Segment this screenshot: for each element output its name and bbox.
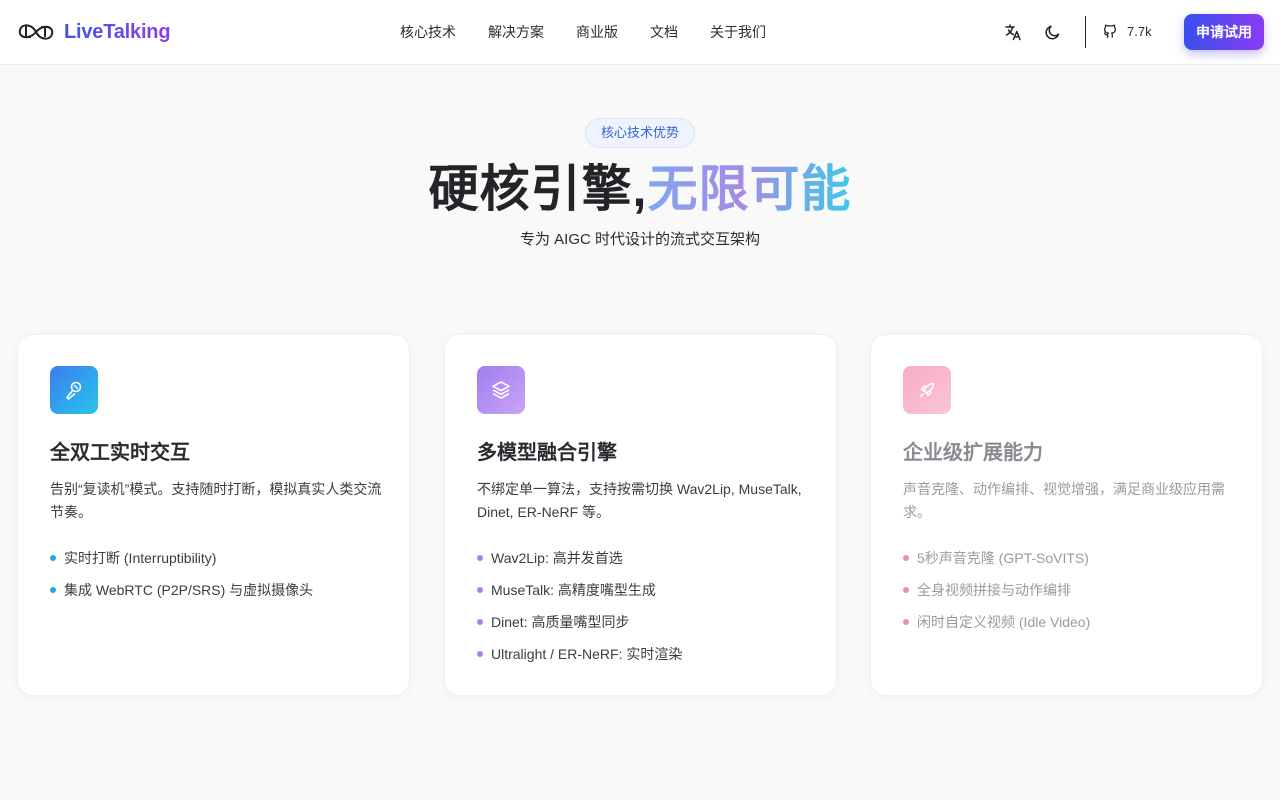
microphone-icon — [50, 366, 98, 414]
card-feature-list: 5秒声音克隆 (GPT-SoVITS) 全身视频拼接与动作编排 闲时自定义视频 … — [903, 548, 1090, 644]
github-stars-count: 7.7k — [1127, 23, 1152, 39]
list-item: Wav2Lip: 高并发首选 — [477, 548, 682, 568]
hero-title: 硬核引擎,无限可能 — [0, 158, 1280, 220]
card-title: 企业级扩展能力 — [903, 442, 1043, 464]
header-divider — [1085, 16, 1086, 48]
list-item: 集成 WebRTC (P2P/SRS) 与虚拟摄像头 — [50, 580, 313, 600]
list-item: 5秒声音克隆 (GPT-SoVITS) — [903, 548, 1090, 568]
list-item: Dinet: 高质量嘴型同步 — [477, 612, 682, 632]
nav-item-commercial[interactable]: 商业版 — [576, 22, 618, 42]
github-icon — [1103, 24, 1117, 38]
hero-title-plain: 硬核引擎, — [428, 161, 648, 217]
card-title: 全双工实时交互 — [50, 442, 190, 464]
translate-icon[interactable] — [1003, 22, 1023, 42]
request-trial-button[interactable]: 申请试用 — [1184, 14, 1264, 50]
list-item: 实时打断 (Interruptibility) — [50, 548, 313, 568]
card-description: 声音克隆、动作编排、视觉增强，满足商业级应用需求。 — [903, 481, 1225, 520]
list-item: MuseTalk: 高精度嘴型生成 — [477, 580, 682, 600]
github-link[interactable]: 7.7k — [1101, 22, 1152, 40]
card-description: 不绑定单一算法，支持按需切换 Wav2Lip, MuseTalk, Dinet,… — [477, 481, 802, 520]
nav-item-solutions[interactable]: 解决方案 — [488, 22, 544, 42]
top-navbar: LiveTalking 核心技术 解决方案 商业版 文档 关于我们 7.7k 申… — [0, 0, 1280, 65]
card-feature-list: 实时打断 (Interruptibility) 集成 WebRTC (P2P/S… — [50, 548, 313, 612]
brand-logo[interactable]: LiveTalking — [16, 18, 171, 46]
moon-icon[interactable] — [1043, 22, 1063, 42]
section-badge: 核心技术优势 — [585, 118, 695, 148]
card-feature-list: Wav2Lip: 高并发首选 MuseTalk: 高精度嘴型生成 Dinet: … — [477, 548, 682, 676]
card-title: 多模型融合引擎 — [477, 442, 617, 464]
nav-item-about[interactable]: 关于我们 — [710, 22, 766, 42]
card-description: 告别“复读机”模式。支持随时打断，模拟真实人类交流节奏。 — [50, 481, 382, 520]
list-item: 全身视频拼接与动作编排 — [903, 580, 1090, 600]
feature-card-enterprise: 企业级扩展能力 声音克隆、动作编排、视觉增强，满足商业级应用需求。 5秒声音克隆… — [870, 334, 1263, 696]
infinity-logo-icon — [18, 24, 54, 40]
list-item: Ultralight / ER-NeRF: 实时渲染 — [477, 644, 682, 664]
hero-subtitle: 专为 AIGC 时代设计的流式交互架构 — [519, 231, 760, 248]
feature-card-multimodel: 多模型融合引擎 不绑定单一算法，支持按需切换 Wav2Lip, MuseTalk… — [444, 334, 837, 696]
rocket-icon — [903, 366, 951, 414]
brand-name: LiveTalking — [64, 20, 171, 43]
layers-icon — [477, 366, 525, 414]
main-nav: 核心技术 解决方案 商业版 文档 关于我们 — [400, 22, 766, 42]
feature-card-duplex: 全双工实时交互 告别“复读机”模式。支持随时打断，模拟真实人类交流节奏。 实时打… — [17, 334, 410, 696]
nav-item-core-tech[interactable]: 核心技术 — [400, 22, 456, 42]
nav-item-docs[interactable]: 文档 — [650, 22, 678, 42]
hero-title-gradient: 无限可能 — [647, 161, 852, 217]
list-item: 闲时自定义视频 (Idle Video) — [903, 612, 1090, 632]
